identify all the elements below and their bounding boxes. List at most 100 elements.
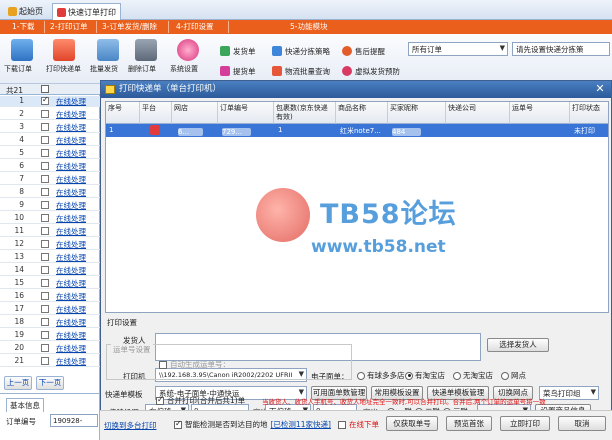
list-item[interactable]: 11 在线处理 (0, 226, 100, 237)
row-checkbox[interactable] (41, 95, 49, 105)
order-filter-select[interactable]: 所有订单 ▼ (408, 42, 508, 56)
row-checkbox[interactable] (41, 110, 49, 118)
column-header-platform[interactable]: 平台 (140, 102, 172, 124)
tab-quick-print[interactable]: 快速订单打印 (52, 3, 121, 20)
column-header-shop[interactable]: 网店 (172, 102, 218, 124)
column-header-seq[interactable]: 序号 (106, 102, 140, 124)
row-checkbox[interactable] (41, 162, 49, 170)
list-item[interactable]: 17 在线处理 (0, 304, 100, 315)
row-status-link[interactable]: 在线处理 (56, 148, 86, 159)
row-checkbox[interactable] (41, 266, 49, 274)
download-orders-button[interactable]: 下载订单 (4, 37, 40, 82)
row-status-link[interactable]: 在线处理 (56, 161, 86, 172)
auto-waybill-checkbox[interactable]: 自动生成运单号： (159, 359, 230, 370)
row-status-link[interactable]: 在线处理 (56, 291, 86, 302)
step-print-settings[interactable]: 4-打印设置 (176, 20, 213, 34)
print-now-button[interactable]: 立即打印 (500, 416, 550, 431)
list-item[interactable]: 1 在线处理 (0, 95, 100, 107)
list-item[interactable]: 18 在线处理 (0, 317, 100, 328)
row-status-link[interactable]: 在线处理 (56, 239, 86, 250)
row-status-link[interactable]: 在线处理 (56, 213, 86, 224)
prev-page-button[interactable]: 上一页 (4, 376, 32, 390)
radio-no-taobao-shop[interactable]: 无淘宝店 (453, 370, 493, 381)
column-header-express[interactable]: 快递公司 (446, 102, 510, 124)
batch-ship-button[interactable]: 批量发货 (90, 37, 126, 82)
row-checkbox[interactable] (41, 344, 49, 352)
system-settings-button[interactable]: 系统设置 (170, 37, 206, 82)
row-checkbox[interactable] (41, 357, 49, 365)
row-checkbox[interactable] (41, 188, 49, 196)
radio-outlet[interactable]: 网点 (501, 370, 526, 381)
row-status-link[interactable]: 在线处理 (56, 109, 86, 120)
preview-first-button[interactable]: 预览首张 (446, 416, 492, 431)
smart-detect-checkbox[interactable]: 智能检测是否到达目的地 [已检测11家快递] (174, 419, 331, 430)
list-item[interactable]: 9 在线处理 (0, 200, 100, 211)
radio-taobao-shop[interactable]: 有淘宝店 (405, 370, 445, 381)
step-modules[interactable]: 5-功能模块 (290, 20, 327, 34)
merge-print-checkbox[interactable]: 合并打印(合并后共1)单 (156, 395, 245, 406)
row-status-link[interactable]: 在线处理 (56, 135, 86, 146)
row-status-link[interactable]: 在线处理 (56, 304, 86, 315)
virtual-ship-prevention-button[interactable]: 虚拟发货预防 (342, 64, 400, 78)
row-checkbox[interactable] (41, 227, 49, 235)
row-status-link[interactable]: 在线处理 (56, 226, 86, 237)
table-row[interactable]: 1 xxxxxx6... xxxxxxx729... 1 红米note7... … (106, 124, 608, 137)
next-page-button[interactable]: 下一页 (36, 376, 64, 390)
row-checkbox[interactable] (41, 175, 49, 183)
list-item[interactable]: 21 在线处理 (0, 356, 100, 367)
list-item[interactable]: 19 在线处理 (0, 330, 100, 341)
row-checkbox[interactable] (41, 240, 49, 248)
column-header-product[interactable]: 商品名称 (336, 102, 388, 124)
row-checkbox[interactable] (41, 136, 49, 144)
list-item[interactable]: 4 在线处理 (0, 135, 100, 146)
list-item[interactable]: 13 在线处理 (0, 252, 100, 263)
select-all-checkbox[interactable] (41, 85, 49, 93)
row-status-link[interactable]: 在线处理 (56, 96, 86, 107)
row-checkbox[interactable] (41, 318, 49, 326)
detected-express-link[interactable]: [已检测11家快递] (271, 419, 331, 430)
after-sales-reminder-button[interactable]: 售后提醒 (342, 44, 385, 58)
row-checkbox[interactable] (41, 214, 49, 222)
row-status-link[interactable]: 在线处理 (56, 200, 86, 211)
row-checkbox[interactable] (41, 305, 49, 313)
row-status-link[interactable]: 在线处理 (56, 317, 86, 328)
row-checkbox[interactable] (41, 253, 49, 261)
row-status-link[interactable]: 在线处理 (56, 330, 86, 341)
row-status-link[interactable]: 在线处理 (56, 265, 86, 276)
row-status-link[interactable]: 在线处理 (56, 356, 86, 367)
row-checkbox[interactable] (41, 201, 49, 209)
switch-multi-printer-link[interactable]: 切换到多台打印 (104, 420, 157, 431)
online-order-checkbox[interactable]: 在线下单 (338, 419, 379, 430)
tab-start-page[interactable]: 起始页 (4, 3, 47, 20)
list-item[interactable]: 2 在线处理 (0, 109, 100, 120)
list-item[interactable]: 10 在线处理 (0, 213, 100, 224)
row-status-link[interactable]: 在线处理 (56, 252, 86, 263)
order-no-field[interactable]: 190928-072 (50, 414, 98, 427)
row-checkbox[interactable] (41, 123, 49, 131)
express-sort-select[interactable]: 请先设置快递分拣策 (512, 42, 610, 56)
cancel-button[interactable]: 取消 (558, 416, 606, 431)
express-sort-button[interactable]: 快递分拣策略 (272, 44, 330, 58)
logistics-query-button[interactable]: 物流批量查询 (272, 64, 330, 78)
list-item[interactable]: 7 在线处理 (0, 174, 100, 185)
row-checkbox[interactable] (41, 292, 49, 300)
list-item[interactable]: 16 在线处理 (0, 291, 100, 302)
invoice-button[interactable]: 发货单 (220, 44, 256, 58)
row-status-link[interactable]: 在线处理 (56, 174, 86, 185)
row-status-link[interactable]: 在线处理 (56, 187, 86, 198)
row-checkbox[interactable] (41, 149, 49, 157)
tab-basic-info[interactable]: 基本信息 (6, 398, 44, 412)
radio-pdd-shop[interactable]: 有球多多店 (357, 370, 405, 381)
column-header-buyer[interactable]: 买家昵称 (388, 102, 446, 124)
print-express-button[interactable]: 打印快递单 (46, 37, 82, 82)
list-item[interactable]: 12 在线处理 (0, 239, 100, 250)
close-icon[interactable]: ✕ (593, 83, 607, 96)
column-header-waybill[interactable]: 运单号 (510, 102, 570, 124)
list-item[interactable]: 20 在线处理 (0, 343, 100, 354)
list-item[interactable]: 15 在线处理 (0, 278, 100, 289)
list-item[interactable]: 5 在线处理 (0, 148, 100, 159)
row-status-link[interactable]: 在线处理 (56, 122, 86, 133)
row-checkbox[interactable] (41, 331, 49, 339)
column-header-order-no[interactable]: 订单编号 (218, 102, 274, 124)
step-download[interactable]: 1-下载 (12, 20, 34, 34)
